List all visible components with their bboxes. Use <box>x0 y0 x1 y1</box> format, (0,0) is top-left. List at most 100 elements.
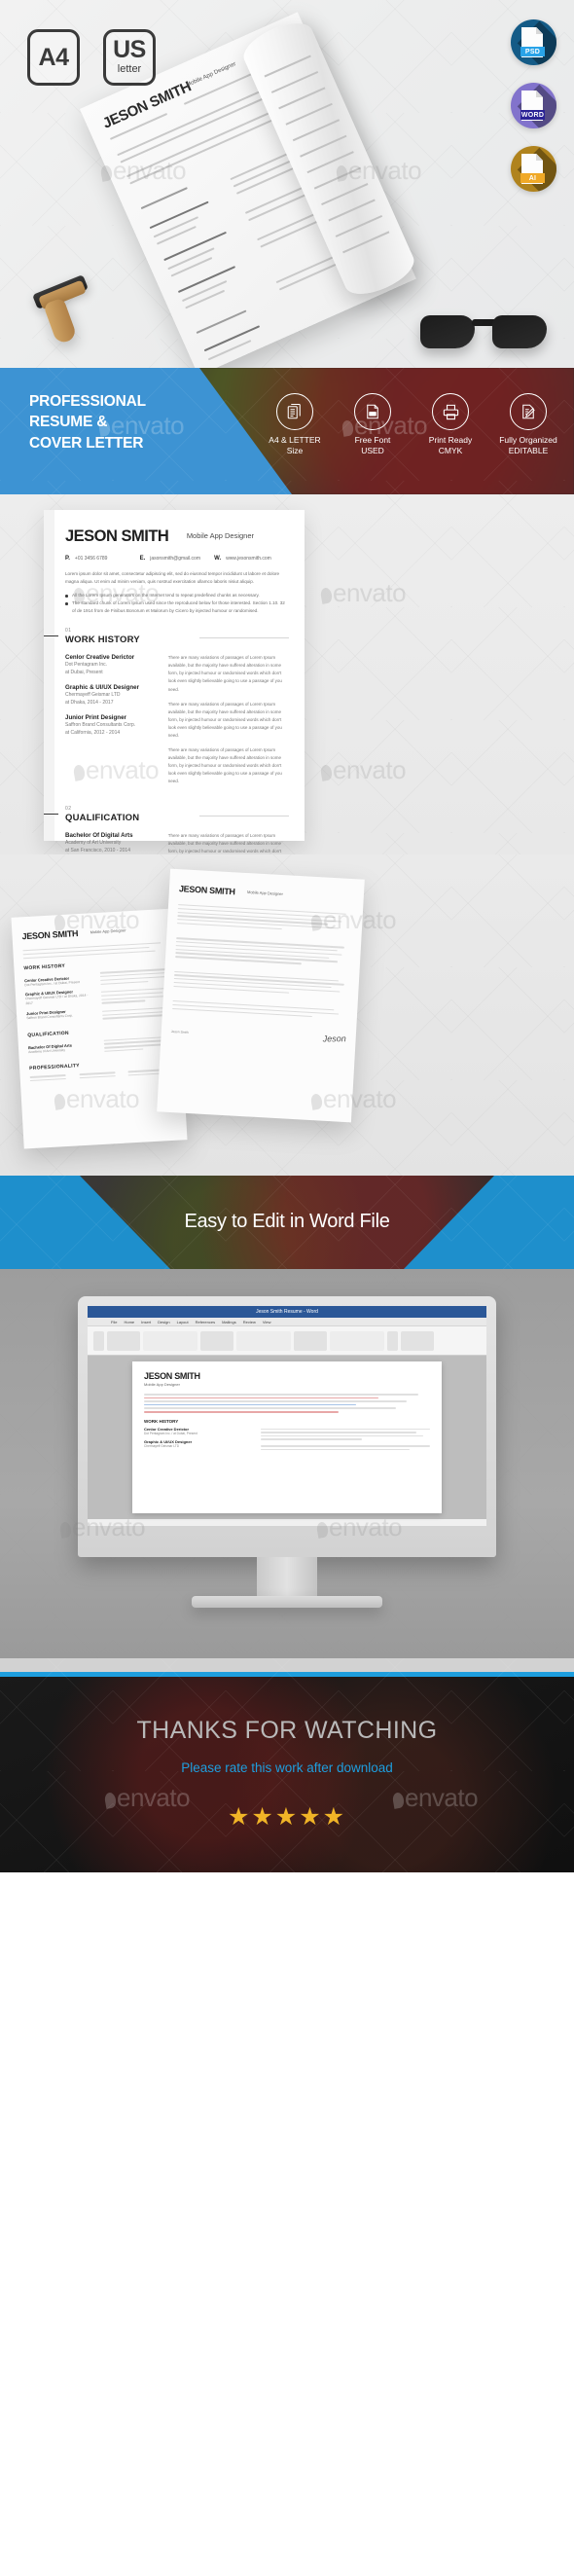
ribbon-tab-mailings[interactable]: Mailings <box>222 1320 236 1324</box>
imac-stand-foot <box>192 1596 382 1608</box>
thanks-title: THANKS FOR WATCHING <box>136 1717 438 1744</box>
preview-sign-off: Jeson Smith <box>170 1030 190 1035</box>
word-doc-job-meta: Chermayeff Geismar LTD <box>144 1443 180 1448</box>
word-ribbon-tabs: File Home Insert Design Layout Reference… <box>88 1318 486 1326</box>
word-file-icon-label: WORD <box>520 110 545 120</box>
word-file-icon: WORD <box>511 83 556 128</box>
angled-pages-section: JESON SMITH Mobile App Designer WORK HIS… <box>0 854 574 1176</box>
section-number: 02 <box>65 805 72 812</box>
banner-title: PROFESSIONAL RESUME & COVER LETTER <box>29 391 146 454</box>
preview-resume-name: JESON SMITH <box>21 928 79 942</box>
section-dash <box>44 635 58 637</box>
degree-school: Academy of Art University <box>65 839 122 846</box>
ribbon-button[interactable] <box>200 1330 233 1351</box>
page-size-badges: A4 US letter <box>27 29 156 86</box>
word-doc-section-title: WORK HISTORY <box>144 1418 179 1424</box>
banner-title-line2: RESUME & <box>29 414 108 431</box>
resume-preview-section: JESON SMITH Mobile App Designer P. +01 34… <box>0 494 574 854</box>
feature-label-line1: Print Ready <box>428 435 473 445</box>
resume-role: Mobile App Designer <box>186 531 255 540</box>
feature-print-ready: Print Ready CMYK <box>414 393 486 455</box>
ribbon-paragraph-group[interactable] <box>236 1330 291 1351</box>
otf-font-icon <box>354 393 391 430</box>
section-dash <box>44 813 58 815</box>
resume-contact-row: P. +01 3456 6789 E. jasonsmith@gmail.com W… <box>65 556 289 562</box>
preview-resume-role: Mobile App Designer <box>90 927 126 935</box>
work-history-item: Graphic & UI/UX Designer Chermayeff Geis… <box>65 684 162 707</box>
resume-bullet-list: All the Lorem Ipsum generators on the In… <box>65 592 289 615</box>
word-window-titlebar: Jeson Smith Resume - Word <box>88 1306 486 1318</box>
resume-left-bar <box>44 510 54 841</box>
size-badge-us-label: US <box>113 36 146 64</box>
ribbon-button[interactable] <box>401 1330 434 1351</box>
ribbon-tab-design[interactable]: Design <box>158 1320 169 1324</box>
job-title: Junior Print Designer <box>65 714 126 722</box>
feature-a4-letter-size: A4 & LETTER Size <box>259 393 331 455</box>
thanks-section: THANKS FOR WATCHING Please rate this wor… <box>0 1658 574 1872</box>
document-stack-icon <box>276 393 313 430</box>
feature-fully-organized: Fully Organized EDITABLE <box>492 393 564 455</box>
banner-title-line3: COVER LETTER <box>29 434 144 452</box>
feature-label-line2: EDITABLE <box>508 445 549 455</box>
printer-icon <box>432 393 469 430</box>
word-banner-title: Easy to Edit in Word File <box>184 1211 390 1232</box>
ribbon-tab-insert[interactable]: Insert <box>141 1320 151 1324</box>
ribbon-tab-layout[interactable]: Layout <box>177 1320 189 1324</box>
contact-website: W. www.jesonsmith.com <box>214 556 289 562</box>
ai-file-icon: AI <box>511 146 556 192</box>
job-company: Saffron Brand Consultants Corp. <box>65 722 136 729</box>
ribbon-tab-view[interactable]: View <box>263 1320 271 1324</box>
edit-pencil-icon <box>510 393 547 430</box>
size-badge-letter-label: letter <box>117 63 142 76</box>
section-header-qualification: 02 QUALIFICATION <box>44 805 289 823</box>
preview-cover-name: JESON SMITH <box>178 884 235 897</box>
psd-file-icon: PSD <box>511 19 556 65</box>
imac-screen: Jeson Smith Resume - Word File Home Inse… <box>88 1306 486 1526</box>
ribbon-tab-home[interactable]: Home <box>124 1320 134 1324</box>
ai-file-icon-label: AI <box>520 173 545 183</box>
ribbon-tab-references[interactable]: References <box>196 1320 215 1324</box>
watermark: envato <box>321 578 407 608</box>
resume-name: JESON SMITH <box>65 527 169 545</box>
contact-email: E. jasonsmith@gmail.com <box>140 556 215 562</box>
thanks-subtitle: Please rate this work after download <box>181 1760 393 1775</box>
ribbon-button[interactable] <box>294 1330 327 1351</box>
section-header-work-history: 01 WORK HISTORY <box>44 628 289 645</box>
signature: Jeson <box>322 1034 346 1044</box>
contact-website-key: W. <box>214 556 222 562</box>
ribbon-tab-review[interactable]: Review <box>243 1320 256 1324</box>
ribbon-button[interactable] <box>93 1330 104 1351</box>
size-badge-a4-label: A4 <box>38 43 69 71</box>
preview-cover-role: Mobile App Designer <box>246 889 284 897</box>
word-document-page[interactable]: JESON SMITH Mobile App Designer WORK HIS… <box>132 1361 442 1513</box>
contact-phone: P. +01 3456 6789 <box>65 556 140 562</box>
job-description: There are many variations of passages of… <box>167 701 282 738</box>
size-badge-a4: A4 <box>27 29 80 86</box>
job-dates: at Dubai, Present <box>65 670 103 676</box>
ribbon-font-group[interactable] <box>143 1330 197 1351</box>
degree-description: There are many variations of passages of… <box>167 832 282 853</box>
ribbon-button[interactable] <box>387 1330 398 1351</box>
hero-mockup-section: JESON SMITH Mobile App Designer A4 US le… <box>0 0 574 368</box>
file-format-badges: PSD WORD AI <box>511 19 556 192</box>
job-title: Cenlor Creative Derictor <box>65 654 135 662</box>
word-document-area: JESON SMITH Mobile App Designer WORK HIS… <box>88 1356 486 1519</box>
size-badge-us-letter: US letter <box>103 29 156 86</box>
imac-stand-neck <box>257 1557 317 1600</box>
job-dates: at California, 2012 - 2014 <box>65 730 121 737</box>
feature-label-line1: A4 & LETTER <box>269 435 321 445</box>
imac-display: Jeson Smith Resume - Word File Home Inse… <box>78 1296 496 1557</box>
ribbon-button[interactable] <box>107 1330 140 1351</box>
feature-label-line2: CMYK <box>438 445 463 455</box>
ribbon-tab-file[interactable]: File <box>111 1320 117 1324</box>
rating-stars[interactable]: ★★★★★ <box>0 1802 574 1832</box>
word-banner-section: Easy to Edit in Word File <box>0 1176 574 1269</box>
resume-header: JESON SMITH Mobile App Designer <box>65 527 289 546</box>
ribbon-styles-group[interactable] <box>330 1330 384 1351</box>
job-title: Graphic & UI/UX Designer <box>65 684 139 692</box>
feature-label-line1: Fully Organized <box>499 435 557 445</box>
contact-email-key: E. <box>139 556 146 562</box>
job-description: There are many variations of passages of… <box>167 747 282 784</box>
eyeglasses-prop <box>420 308 547 358</box>
thanks-accent-strip <box>0 1672 574 1677</box>
